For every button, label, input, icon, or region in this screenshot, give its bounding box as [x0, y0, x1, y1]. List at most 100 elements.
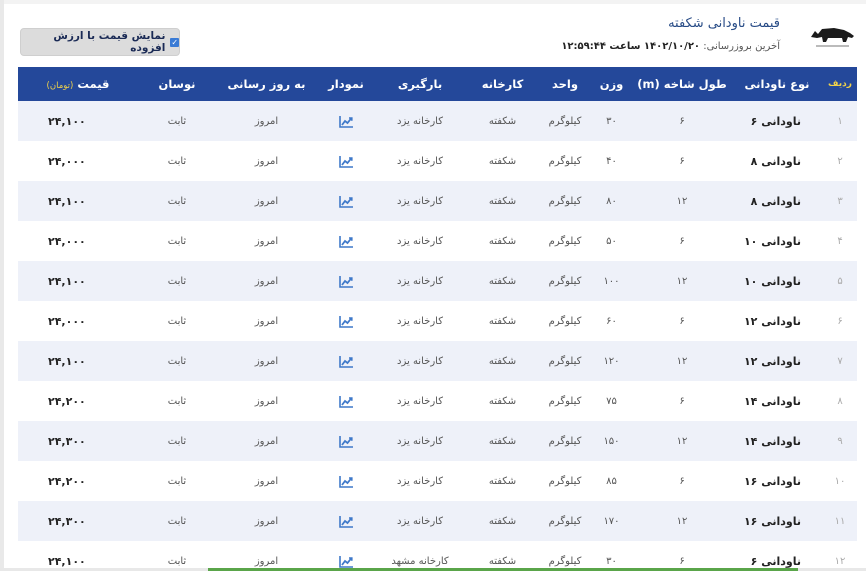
- cell-updated: امروز: [216, 461, 317, 501]
- price-header-unit: (تومان): [46, 81, 74, 91]
- cell-type[interactable]: ناودانی ۱۲: [731, 301, 823, 341]
- table-row[interactable]: ۱۱ ناودانی ۱۶ ۱۲ ۱۷۰ کیلوگرم شکفته کارخا…: [18, 501, 857, 541]
- cell-type[interactable]: ناودانی ۱۰: [731, 261, 823, 301]
- col-header-type[interactable]: نوع ناودانی: [731, 67, 823, 101]
- cell-unit: کیلوگرم: [540, 101, 590, 141]
- cell-price: ۲۴,۳۰۰: [18, 501, 138, 541]
- trend-chart-icon[interactable]: [338, 115, 354, 128]
- cell-type[interactable]: ناودانی ۱۲: [731, 341, 823, 381]
- cell-type[interactable]: ناودانی ۱۰: [731, 221, 823, 261]
- cell-weight: ۱۷۰: [590, 501, 633, 541]
- cell-row: ۷: [823, 341, 857, 381]
- col-header-length[interactable]: طول شاخه (m): [633, 67, 731, 101]
- cell-updated: امروز: [216, 261, 317, 301]
- table-row[interactable]: ۶ ناودانی ۱۲ ۶ ۶۰ کیلوگرم شکفته کارخانه …: [18, 301, 857, 341]
- cell-factory: شکفته: [465, 101, 540, 141]
- cell-type[interactable]: ناودانی ۶: [731, 541, 823, 581]
- cell-change: ثابت: [138, 501, 216, 541]
- cell-unit: کیلوگرم: [540, 461, 590, 501]
- trend-chart-icon[interactable]: [338, 435, 354, 448]
- col-header-weight[interactable]: وزن: [590, 67, 633, 101]
- table-row[interactable]: ۱ ناودانی ۶ ۶ ۳۰ کیلوگرم شکفته کارخانه ی…: [18, 101, 857, 141]
- cell-type[interactable]: ناودانی ۱۴: [731, 421, 823, 461]
- cell-weight: ۷۵: [590, 381, 633, 421]
- trend-chart-icon[interactable]: [338, 235, 354, 248]
- cell-weight: ۳۰: [590, 541, 633, 581]
- vat-price-toggle[interactable]: ✓ نمایش قیمت با ارزش افزوده: [20, 28, 180, 56]
- cell-factory: شکفته: [465, 141, 540, 181]
- cell-row: ۱۲: [823, 541, 857, 581]
- cell-loading: کارخانه یزد: [375, 261, 465, 301]
- cell-weight: ۸۵: [590, 461, 633, 501]
- col-header-change[interactable]: نوسان: [138, 67, 216, 101]
- cell-chart: [317, 261, 375, 301]
- col-header-row[interactable]: ردیف: [823, 67, 857, 101]
- table-row[interactable]: ۴ ناودانی ۱۰ ۶ ۵۰ کیلوگرم شکفته کارخانه …: [18, 221, 857, 261]
- col-header-price[interactable]: قیمت (تومان): [18, 67, 138, 101]
- cell-price: ۲۴,۲۰۰: [18, 381, 138, 421]
- trend-chart-icon[interactable]: [338, 195, 354, 208]
- col-header-chart[interactable]: نمودار: [317, 67, 375, 101]
- cell-row: ۹: [823, 421, 857, 461]
- col-header-updated[interactable]: به روز رسانی: [216, 67, 317, 101]
- cell-type[interactable]: ناودانی ۱۶: [731, 501, 823, 541]
- table-row[interactable]: ۱۲ ناودانی ۶ ۶ ۳۰ کیلوگرم شکفته کارخانه …: [18, 541, 857, 581]
- trend-chart-icon[interactable]: [338, 555, 354, 568]
- cell-chart: [317, 141, 375, 181]
- trend-chart-icon[interactable]: [338, 275, 354, 288]
- cell-factory: شکفته: [465, 381, 540, 421]
- cell-factory: شکفته: [465, 301, 540, 341]
- cell-price: ۲۴,۱۰۰: [18, 541, 138, 581]
- cell-updated: امروز: [216, 501, 317, 541]
- col-header-loading[interactable]: بارگیری: [375, 67, 465, 101]
- cell-row: ۱۰: [823, 461, 857, 501]
- trend-chart-icon[interactable]: [338, 355, 354, 368]
- table-row[interactable]: ۲ ناودانی ۸ ۶ ۴۰ کیلوگرم شکفته کارخانه ی…: [18, 141, 857, 181]
- cell-weight: ۳۰: [590, 101, 633, 141]
- cell-row: ۸: [823, 381, 857, 421]
- cell-type[interactable]: ناودانی ۶: [731, 101, 823, 141]
- trend-chart-icon[interactable]: [338, 515, 354, 528]
- table-row[interactable]: ۵ ناودانی ۱۰ ۱۲ ۱۰۰ کیلوگرم شکفته کارخان…: [18, 261, 857, 301]
- col-header-factory[interactable]: کارخانه: [465, 67, 540, 101]
- cell-length: ۶: [633, 141, 731, 181]
- last-update-label: آخرین بروزرسانی:: [703, 41, 780, 52]
- table-body: ۱ ناودانی ۶ ۶ ۳۰ کیلوگرم شکفته کارخانه ی…: [18, 101, 857, 581]
- cell-unit: کیلوگرم: [540, 541, 590, 581]
- cell-chart: [317, 181, 375, 221]
- cell-factory: شکفته: [465, 501, 540, 541]
- cell-price: ۲۴,۱۰۰: [18, 181, 138, 221]
- table-row[interactable]: ۳ ناودانی ۸ ۱۲ ۸۰ کیلوگرم شکفته کارخانه …: [18, 181, 857, 221]
- cell-type[interactable]: ناودانی ۱۶: [731, 461, 823, 501]
- cell-price: ۲۴,۱۰۰: [18, 341, 138, 381]
- trend-chart-icon[interactable]: [338, 315, 354, 328]
- cell-length: ۶: [633, 101, 731, 141]
- cell-length: ۶: [633, 301, 731, 341]
- left-edge: [0, 0, 4, 571]
- trend-chart-icon[interactable]: [338, 155, 354, 168]
- cell-price: ۲۴,۱۰۰: [18, 101, 138, 141]
- cell-updated: امروز: [216, 421, 317, 461]
- col-header-unit[interactable]: واحد: [540, 67, 590, 101]
- trend-chart-icon[interactable]: [338, 395, 354, 408]
- cell-updated: امروز: [216, 301, 317, 341]
- table-row[interactable]: ۸ ناودانی ۱۴ ۶ ۷۵ کیلوگرم شکفته کارخانه …: [18, 381, 857, 421]
- checkbox-checked-icon[interactable]: ✓: [170, 37, 179, 47]
- cell-change: ثابت: [138, 101, 216, 141]
- cell-length: ۱۲: [633, 261, 731, 301]
- cell-type[interactable]: ناودانی ۱۴: [731, 381, 823, 421]
- cell-type[interactable]: ناودانی ۸: [731, 141, 823, 181]
- cell-unit: کیلوگرم: [540, 261, 590, 301]
- cell-price: ۲۴,۰۰۰: [18, 301, 138, 341]
- cell-factory: شکفته: [465, 461, 540, 501]
- page-frame: قیمت ناودانی شکفته آخرین بروزرسانی: ۱۴۰۲…: [0, 0, 866, 581]
- cell-chart: [317, 101, 375, 141]
- cell-length: ۱۲: [633, 501, 731, 541]
- cell-change: ثابت: [138, 181, 216, 221]
- cell-change: ثابت: [138, 461, 216, 501]
- cell-type[interactable]: ناودانی ۸: [731, 181, 823, 221]
- trend-chart-icon[interactable]: [338, 475, 354, 488]
- table-row[interactable]: ۹ ناودانی ۱۴ ۱۲ ۱۵۰ کیلوگرم شکفته کارخان…: [18, 421, 857, 461]
- table-row[interactable]: ۱۰ ناودانی ۱۶ ۶ ۸۵ کیلوگرم شکفته کارخانه…: [18, 461, 857, 501]
- table-row[interactable]: ۷ ناودانی ۱۲ ۱۲ ۱۲۰ کیلوگرم شکفته کارخان…: [18, 341, 857, 381]
